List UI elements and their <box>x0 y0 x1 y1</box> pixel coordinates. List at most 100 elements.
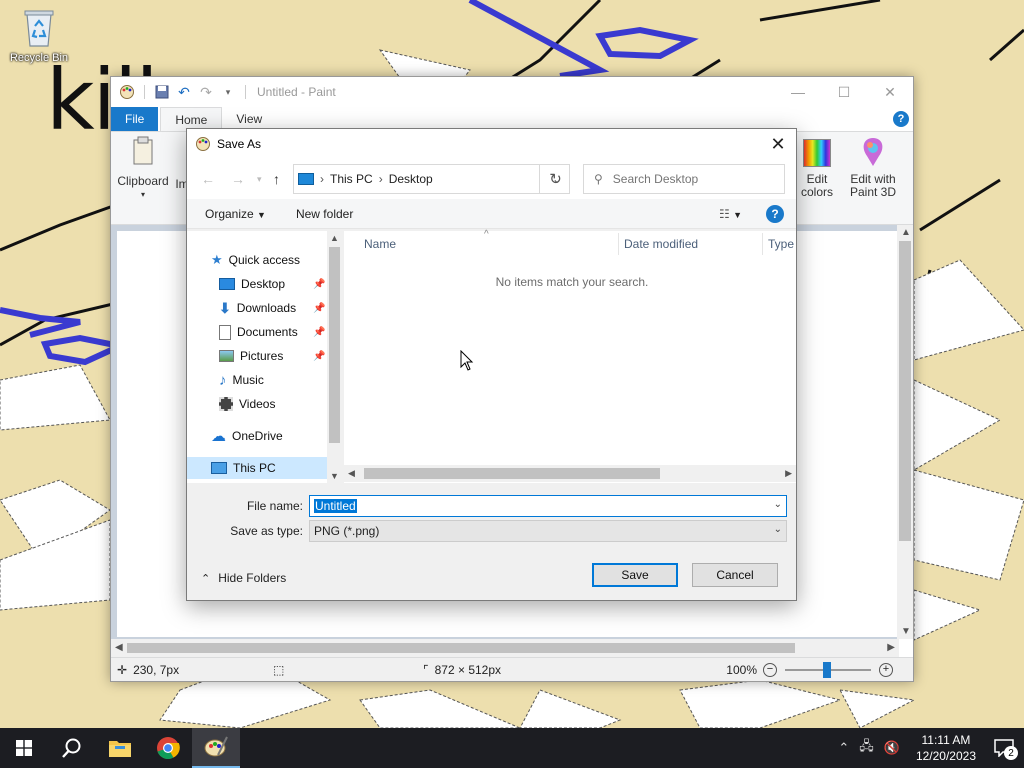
music-note-icon: ♪ <box>219 371 227 389</box>
file-name-input[interactable]: Untitled ⌄ <box>309 495 787 517</box>
address-bar[interactable]: › This PC › Desktop ⌄ <box>293 164 570 194</box>
tree-item-this-pc[interactable]: This PC <box>187 457 327 479</box>
save-button[interactable]: Save <box>592 563 678 587</box>
scroll-right-icon[interactable]: ▶ <box>785 468 792 479</box>
empty-results-message: No items match your search. <box>495 275 649 289</box>
paint-taskbar-button[interactable] <box>192 728 240 768</box>
color-spectrum-icon <box>803 139 831 167</box>
recycle-bin-icon <box>22 8 56 48</box>
mouse-pointer-icon <box>460 350 474 371</box>
canvas-horizontal-scrollbar[interactable]: ◀ ▶ <box>111 639 899 657</box>
hide-folders-button[interactable]: ⌃ Hide Folders <box>201 571 286 585</box>
recent-locations-chevron-icon[interactable]: ▾ <box>257 174 262 185</box>
horizontal-scroll-thumb[interactable] <box>127 643 795 653</box>
start-button[interactable] <box>0 728 48 768</box>
volume-muted-icon[interactable]: 🔇 <box>884 740 900 756</box>
dialog-close-icon[interactable]: ✕ <box>760 134 796 155</box>
breadcrumb-this-pc[interactable]: This PC <box>330 172 373 186</box>
scroll-right-icon[interactable]: ▶ <box>887 642 895 653</box>
scroll-left-icon[interactable]: ◀ <box>115 642 123 653</box>
this-pc-monitor-icon <box>211 462 227 474</box>
search-taskbar-button[interactable] <box>48 728 96 768</box>
action-center-button[interactable]: 2 <box>984 728 1024 768</box>
search-icon <box>62 738 81 758</box>
customize-toolbar-chevron-icon[interactable]: ▾ <box>220 84 236 100</box>
undo-icon[interactable]: ↶ <box>176 84 192 100</box>
paint-app-icon[interactable] <box>119 84 135 100</box>
tab-file[interactable]: File <box>111 107 159 131</box>
edit-colors-label: Edit colors <box>800 172 833 199</box>
search-input[interactable] <box>612 172 763 186</box>
file-list: Name ^ Date modified Type No items match… <box>344 229 796 483</box>
zoom-slider[interactable] <box>785 661 871 678</box>
scroll-down-icon[interactable]: ▼ <box>901 626 911 637</box>
refresh-icon[interactable]: ↻ <box>539 164 571 194</box>
scroll-up-icon[interactable]: ▲ <box>901 227 911 238</box>
paint-window-title: Untitled - Paint <box>257 85 336 99</box>
vertical-scroll-thumb[interactable] <box>899 241 911 541</box>
clock-date: 12/20/2023 <box>915 749 976 763</box>
zoom-out-icon[interactable]: − <box>763 662 777 677</box>
navigation-scroll-thumb[interactable] <box>329 247 340 443</box>
chrome-icon <box>157 737 180 760</box>
column-header-name[interactable]: Name <box>364 231 396 257</box>
file-name-label: File name: <box>246 499 303 513</box>
scroll-down-icon[interactable]: ▼ <box>330 471 339 481</box>
clock-time: 11:11 AM <box>921 733 971 747</box>
show-hidden-icons-chevron-icon[interactable]: ⌃ <box>838 740 849 756</box>
column-header-type[interactable]: Type <box>768 231 794 257</box>
navigation-pane-scrollbar[interactable]: ▲ ▼ <box>327 231 342 483</box>
folder-icon <box>109 741 131 757</box>
column-header-date-modified[interactable]: Date modified <box>624 231 698 257</box>
downloads-arrow-icon: ⬇ <box>219 299 231 316</box>
clipboard-icon <box>133 136 153 165</box>
scroll-up-icon[interactable]: ▲ <box>330 233 339 243</box>
forward-arrow-icon[interactable]: → <box>231 171 245 187</box>
redo-icon[interactable]: ↷ <box>198 84 214 100</box>
back-arrow-icon[interactable]: ← <box>201 171 215 187</box>
chrome-taskbar-button[interactable] <box>144 728 192 768</box>
minimize-icon[interactable]: — <box>775 77 821 107</box>
zoom-slider-knob[interactable] <box>823 661 831 678</box>
file-list-horizontal-scrollbar[interactable]: ◀ ▶ <box>344 465 796 482</box>
save-type-dropdown-icon[interactable]: ⌄ <box>774 524 782 535</box>
cancel-button[interactable]: Cancel <box>692 563 778 587</box>
edit-with-paint3d-button[interactable]: Edit with Paint 3D <box>847 136 899 199</box>
search-box[interactable]: ⚲ <box>583 164 785 194</box>
window-controls: — ☐ ✕ <box>775 77 913 107</box>
network-icon[interactable]: 🖧 <box>859 737 874 759</box>
edit-colors-button[interactable]: Edit colors <box>797 136 837 199</box>
maximize-icon[interactable]: ☐ <box>821 77 867 107</box>
zoom-in-icon[interactable]: + <box>879 662 893 677</box>
up-arrow-icon[interactable]: ↑ <box>273 171 280 187</box>
dialog-title: Save As <box>217 137 262 151</box>
clock[interactable]: 11:11 AM 12/20/2023 <box>908 732 984 764</box>
documents-icon <box>219 324 231 340</box>
file-name-value[interactable]: Untitled <box>314 499 357 513</box>
help-icon[interactable]: ? <box>766 205 784 223</box>
notification-count-badge: 2 <box>1004 746 1018 760</box>
canvas-size-value: 872 × 512px <box>434 662 502 677</box>
close-icon[interactable]: ✕ <box>867 77 913 107</box>
this-pc-icon <box>298 173 314 185</box>
file-explorer-taskbar-button[interactable] <box>96 728 144 768</box>
dialog-titlebar: Save As ✕ <box>187 129 796 159</box>
new-folder-button[interactable]: New folder <box>296 207 353 221</box>
save-type-select[interactable]: PNG (*.png) ⌄ <box>309 520 787 542</box>
breadcrumb-desktop[interactable]: Desktop <box>389 172 433 186</box>
pin-icon: 📌 <box>313 278 326 290</box>
save-icon[interactable] <box>154 84 170 100</box>
save-type-label: Save as type: <box>230 524 303 538</box>
organize-button[interactable]: Organize ▼ <box>205 207 266 221</box>
view-options-button[interactable]: ☷ ▼ <box>719 207 742 221</box>
recycle-bin-shortcut[interactable]: Recycle Bin <box>4 8 74 64</box>
tray-icons: ⌃ 🖧 🔇 <box>830 737 908 759</box>
file-name-row: File name: Untitled ⌄ <box>187 494 798 518</box>
file-list-scroll-thumb[interactable] <box>364 468 660 479</box>
file-name-dropdown-icon[interactable]: ⌄ <box>774 499 782 510</box>
canvas-vertical-scrollbar[interactable]: ▲ ▼ <box>897 225 913 639</box>
zoom-controls: 100% − + <box>726 661 913 678</box>
help-icon[interactable]: ? <box>893 111 909 127</box>
scroll-left-icon[interactable]: ◀ <box>348 468 355 479</box>
clipboard-group[interactable]: Clipboard ▾ <box>115 136 171 201</box>
